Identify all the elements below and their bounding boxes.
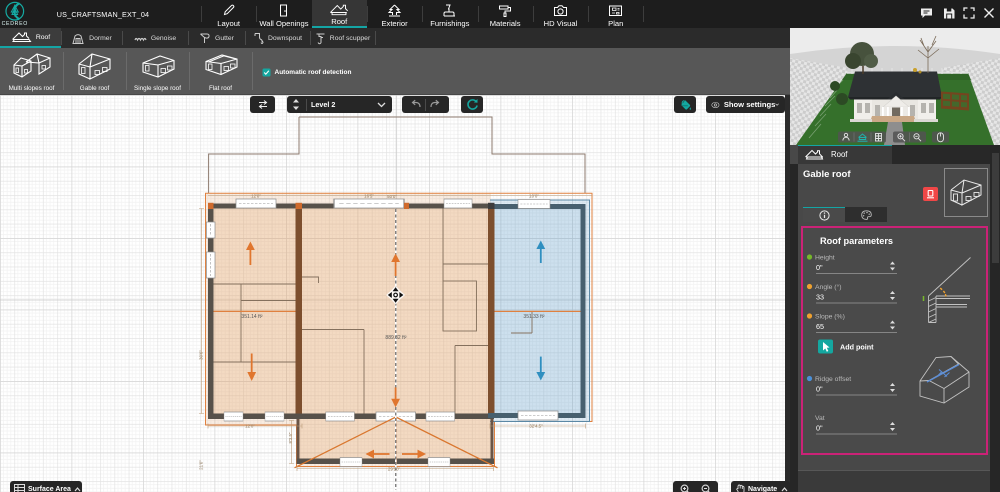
svg-text:CEDREO: CEDREO <box>2 21 28 27</box>
svg-text:Slope (%): Slope (%) <box>815 314 845 321</box>
svg-text:8'3.5": 8'3.5" <box>288 432 293 443</box>
svg-text:50'0": 50'0" <box>387 194 397 199</box>
svg-text:0": 0" <box>816 385 823 394</box>
svg-text:65: 65 <box>816 322 824 331</box>
svg-text:351.33 ft²: 351.33 ft² <box>523 314 544 320</box>
svg-text:0": 0" <box>816 263 823 272</box>
svg-text:29'10": 29'10" <box>388 467 401 472</box>
svg-text:351.14 ft²: 351.14 ft² <box>241 314 262 320</box>
svg-text:Height: Height <box>815 255 835 262</box>
svg-text:0": 0" <box>816 424 823 433</box>
svg-text:33: 33 <box>816 293 824 302</box>
svg-text:889.32 ft²: 889.32 ft² <box>385 335 406 341</box>
svg-text:Add point: Add point <box>840 343 874 352</box>
svg-text:Vat: Vat <box>815 415 825 422</box>
svg-text:Ridge offset: Ridge offset <box>815 376 851 383</box>
svg-text:21'0": 21'0" <box>199 460 204 470</box>
svg-text:10'0": 10'0" <box>529 194 539 199</box>
svg-text:30'6": 30'6" <box>199 350 204 360</box>
svg-text:16'5": 16'5" <box>364 194 374 199</box>
svg-text:Angle (°): Angle (°) <box>815 283 842 291</box>
svg-text:12'0": 12'0" <box>251 194 261 199</box>
